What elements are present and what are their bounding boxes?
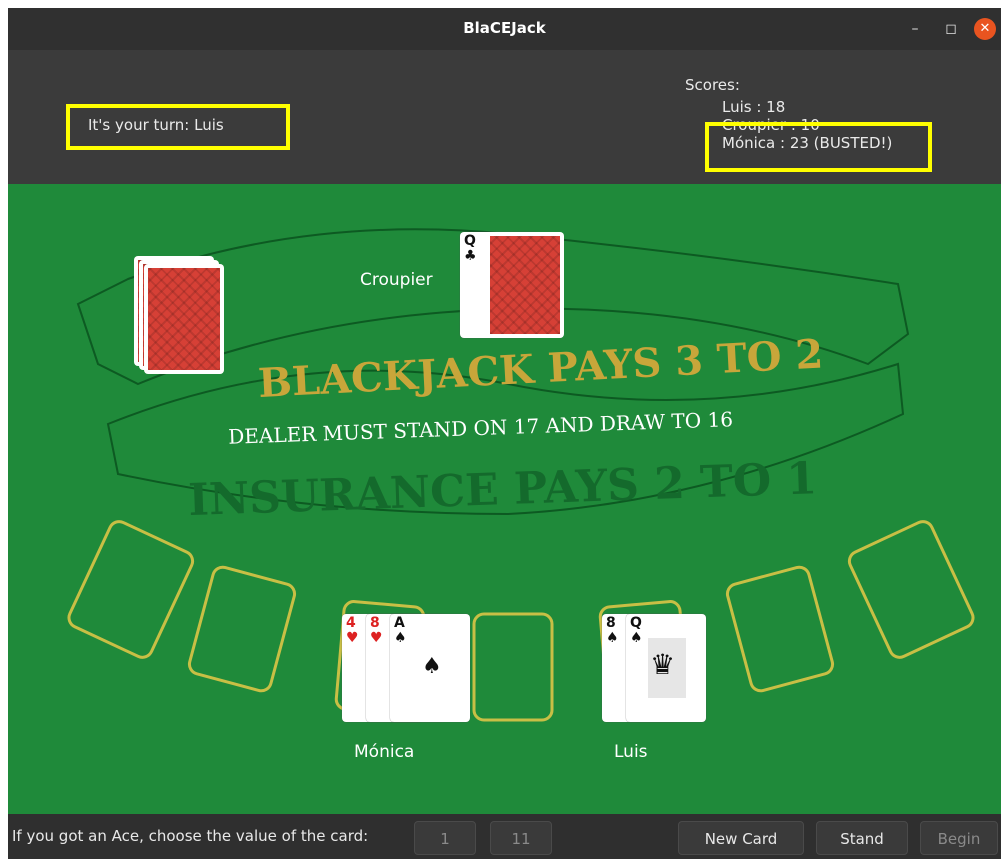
blackjack-table: BLACKJACK PAYS 3 TO 2 DEALER MUST STAND … [8, 184, 1001, 814]
card-suit: ♠ [606, 630, 619, 646]
card-suit: ♣ [464, 248, 477, 264]
new-card-button[interactable]: New Card [678, 821, 804, 855]
card-slot [472, 612, 554, 722]
minimize-icon[interactable]: – [902, 16, 928, 42]
scores-label: Scores: [685, 76, 740, 94]
player-label-monica: Mónica [354, 742, 415, 762]
card-rank: Q [464, 233, 476, 249]
score-luis: Luis : 18 [722, 98, 786, 116]
title-bar: BlaCEJack – ◻ ✕ [8, 8, 1001, 50]
ace-value-11-button[interactable]: 11 [490, 821, 552, 855]
maximize-icon[interactable]: ◻ [938, 16, 964, 42]
window-title: BlaCEJack [463, 19, 546, 37]
controls-bar: If you got an Ace, choose the value of t… [8, 814, 1001, 859]
close-icon[interactable]: ✕ [974, 18, 996, 40]
begin-button[interactable]: Begin [920, 821, 998, 855]
croupier-label: Croupier [360, 270, 433, 290]
card-rank: 8 [606, 615, 616, 631]
banner-middle-text: DEALER MUST STAND ON 17 AND DRAW TO 16 [228, 407, 734, 449]
stand-button[interactable]: Stand [816, 821, 908, 855]
card-suit: ♥ [346, 630, 359, 646]
card-slot [847, 520, 975, 659]
deck-card[interactable] [144, 264, 224, 374]
turn-player: Luis [194, 116, 224, 134]
status-header: It's your turn: Luis Scores: Luis : 18 C… [8, 50, 1001, 184]
luis-card: Q ♠ ♛ [626, 614, 706, 722]
card-slot [187, 565, 297, 693]
turn-prefix: It's your turn: [88, 116, 190, 134]
turn-indicator: It's your turn: Luis [88, 116, 224, 134]
card-rank: A [394, 615, 405, 631]
card-rank: 4 [346, 615, 356, 631]
card-rank: Q [630, 615, 642, 631]
player-label-luis: Luis [614, 742, 648, 762]
card-slot [725, 565, 835, 693]
spade-pip-icon: ♠ [422, 654, 442, 679]
ace-choice-label: If you got an Ace, choose the value of t… [12, 827, 369, 845]
card-suit: ♥ [370, 630, 383, 646]
card-suit: ♠ [630, 630, 643, 646]
game-window: BlaCEJack – ◻ ✕ It's your turn: Luis Sco… [8, 8, 1001, 859]
card-rank: 8 [370, 615, 380, 631]
monica-card: A ♠ ♠ [390, 614, 470, 722]
card-slot [67, 520, 195, 659]
busted-highlight [705, 122, 932, 172]
banner-bottom-text: INSURANCE PAYS 2 TO 1 [187, 453, 817, 526]
ace-value-1-button[interactable]: 1 [414, 821, 476, 855]
card-suit: ♠ [394, 630, 407, 646]
crown-icon: ♛ [650, 648, 676, 681]
croupier-hidden-card [486, 232, 564, 338]
